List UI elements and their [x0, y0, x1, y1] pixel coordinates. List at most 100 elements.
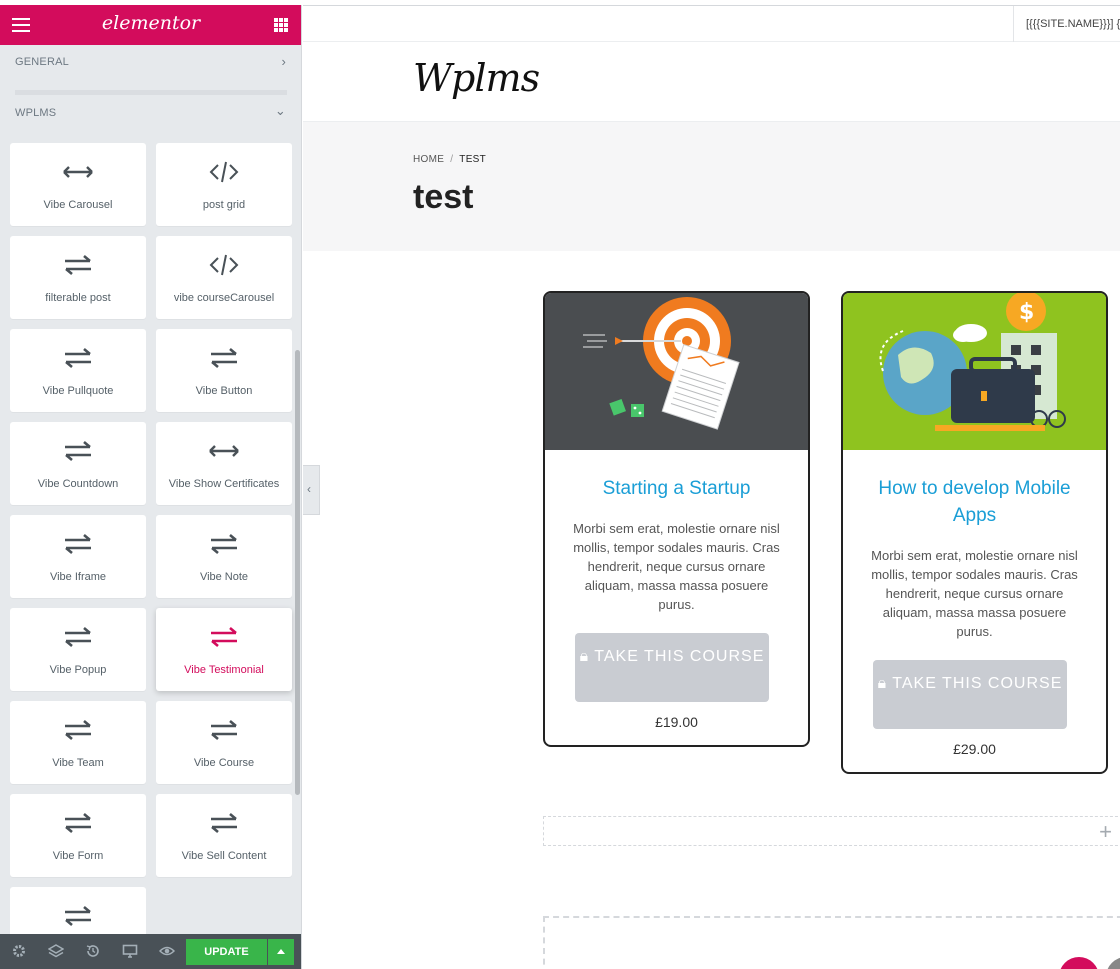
lock-icon: 🔒︎	[877, 675, 888, 692]
site-name-link[interactable]: [{{{SITE.NAME}}}] {	[1013, 6, 1120, 42]
elementor-panel: elementor GENERAL › WPLMS ⌄ Vibe Carouse…	[0, 5, 302, 969]
widget-vibe-show-certificates[interactable]: Vibe Show Certificates	[156, 422, 292, 505]
code-icon	[156, 254, 292, 276]
exchange-icon	[156, 533, 292, 555]
caret-up-icon	[277, 949, 285, 954]
section-general-label: GENERAL	[15, 56, 69, 68]
svg-text:$: $	[1019, 300, 1034, 325]
widget-label: Vibe Course	[193, 757, 255, 769]
widget-vibe-coursecarousel[interactable]: vibe courseCarousel	[156, 236, 292, 319]
widget-label: Vibe Carousel	[43, 199, 113, 211]
add-element-row: +	[543, 816, 1120, 846]
update-options-button[interactable]	[268, 939, 294, 965]
take-course-button[interactable]: 🔒︎ TAKE THIS COURSE	[873, 660, 1067, 729]
layers-icon[interactable]	[47, 943, 65, 959]
take-course-label: TAKE THIS COURSE	[594, 648, 765, 665]
course-price: £19.00	[655, 714, 698, 730]
widget-vibe-sell-content[interactable]: Vibe Sell Content	[156, 794, 292, 877]
page-title-area: HOME / TEST test	[303, 122, 1120, 251]
history-icon[interactable]	[85, 943, 101, 959]
widget-vibe-iframe[interactable]: Vibe Iframe	[10, 515, 146, 598]
panel-footer: UPDATE	[0, 934, 301, 969]
widget-label: Vibe Show Certificates	[168, 478, 280, 490]
page-preview: [{{{SITE.NAME}}}] { Wplms HOME / TEST test	[303, 5, 1120, 969]
widget-vibe-pullquote[interactable]: Vibe Pullquote	[10, 329, 146, 412]
course-price: £29.00	[953, 741, 996, 757]
course-thumbnail-startup	[545, 293, 808, 450]
course-title[interactable]: Starting a Startup	[561, 475, 792, 502]
exchange-icon	[10, 254, 146, 276]
widgets-grid-icon[interactable]	[274, 18, 288, 32]
exchange-icon	[10, 812, 146, 834]
widget-post-grid[interactable]: post grid	[156, 143, 292, 226]
preview-eye-icon[interactable]	[158, 943, 176, 959]
widget-label: Vibe Button	[195, 385, 253, 397]
site-header: Wplms	[303, 42, 1120, 122]
exchange-icon	[156, 812, 292, 834]
course-title[interactable]: How to develop Mobile Apps	[859, 475, 1090, 529]
take-course-label: TAKE THIS COURSE	[892, 675, 1063, 692]
exchange-icon	[156, 347, 292, 369]
settings-icon[interactable]	[11, 943, 27, 959]
arrows-horizontal-icon	[10, 161, 146, 183]
code-icon	[156, 161, 292, 183]
panel-scrollbar[interactable]	[295, 350, 300, 795]
widget-vibe-note[interactable]: Vibe Note	[156, 515, 292, 598]
responsive-icon[interactable]	[122, 943, 138, 959]
site-topbar: [{{{SITE.NAME}}}] {	[303, 6, 1120, 42]
section-wplms-label: WPLMS	[15, 107, 57, 119]
widget-label: Vibe Pullquote	[42, 385, 114, 397]
exchange-icon	[10, 626, 146, 648]
add-new-section-dropzone[interactable]	[543, 916, 1120, 969]
exchange-icon	[156, 719, 292, 741]
widget-label: vibe courseCarousel	[173, 292, 275, 304]
course-card[interactable]: $ How to develop Mobile Apps Morbi sem e…	[841, 291, 1108, 774]
widget-vibe-form[interactable]: Vibe Form	[10, 794, 146, 877]
widget-vibe-testimonial[interactable]: Vibe Testimonial	[156, 608, 292, 691]
widget-label: Vibe Form	[52, 850, 104, 862]
arrows-horizontal-icon	[156, 440, 292, 462]
widget-vibe-countdown[interactable]: Vibe Countdown	[10, 422, 146, 505]
widget-label: Vibe Testimonial	[184, 664, 264, 676]
chevron-down-icon: ⌄	[274, 103, 286, 118]
exchange-icon	[10, 533, 146, 555]
section-wplms[interactable]: WPLMS ⌄	[0, 96, 301, 132]
site-logo[interactable]: Wplms	[413, 56, 540, 100]
exchange-icon	[156, 626, 292, 648]
panel-header: elementor	[0, 5, 301, 45]
page-title: test	[413, 178, 474, 216]
breadcrumb-current: TEST	[459, 154, 487, 165]
widget-label: Vibe Sell Content	[181, 850, 267, 862]
elementor-logo: elementor	[101, 12, 201, 34]
menu-hamburger-icon[interactable]	[12, 18, 30, 32]
widget-label: Vibe Note	[199, 571, 249, 583]
lock-icon: 🔒︎	[579, 648, 590, 665]
course-thumbnail-mobile-apps: $	[843, 293, 1106, 450]
widget-label: filterable post	[45, 292, 111, 304]
course-description: Morbi sem erat, molestie ornare nisl mol…	[573, 521, 780, 612]
section-general[interactable]: GENERAL ›	[0, 45, 301, 81]
widget-vibe-course[interactable]: Vibe Course	[156, 701, 292, 784]
course-card[interactable]: Starting a Startup Morbi sem erat, moles…	[543, 291, 810, 747]
take-course-button[interactable]: 🔒︎ TAKE THIS COURSE	[575, 633, 769, 702]
breadcrumb: HOME / TEST	[413, 154, 486, 165]
widget-vibe-team[interactable]: Vibe Team	[10, 701, 146, 784]
widget-label: Vibe Popup	[49, 664, 107, 676]
add-plus-icon[interactable]: +	[1099, 819, 1112, 845]
widget-label: Vibe Countdown	[37, 478, 119, 490]
course-description: Morbi sem erat, molestie ornare nisl mol…	[871, 548, 1078, 639]
widget-label: Vibe Team	[52, 757, 104, 769]
chevron-right-icon: ›	[281, 54, 286, 69]
widget-vibe-carousel[interactable]: Vibe Carousel	[10, 143, 146, 226]
exchange-icon	[10, 347, 146, 369]
breadcrumb-home[interactable]: HOME	[413, 154, 444, 165]
widget-vibe-button[interactable]: Vibe Button	[156, 329, 292, 412]
widget-label: post grid	[202, 199, 246, 211]
breadcrumb-separator: /	[450, 154, 454, 165]
exchange-icon	[10, 719, 146, 741]
elementor-editor: elementor GENERAL › WPLMS ⌄ Vibe Carouse…	[0, 0, 1120, 969]
update-button[interactable]: UPDATE	[186, 939, 267, 965]
widget-vibe-popup[interactable]: Vibe Popup	[10, 608, 146, 691]
exchange-icon	[10, 905, 146, 927]
widget-filterable-post[interactable]: filterable post	[10, 236, 146, 319]
